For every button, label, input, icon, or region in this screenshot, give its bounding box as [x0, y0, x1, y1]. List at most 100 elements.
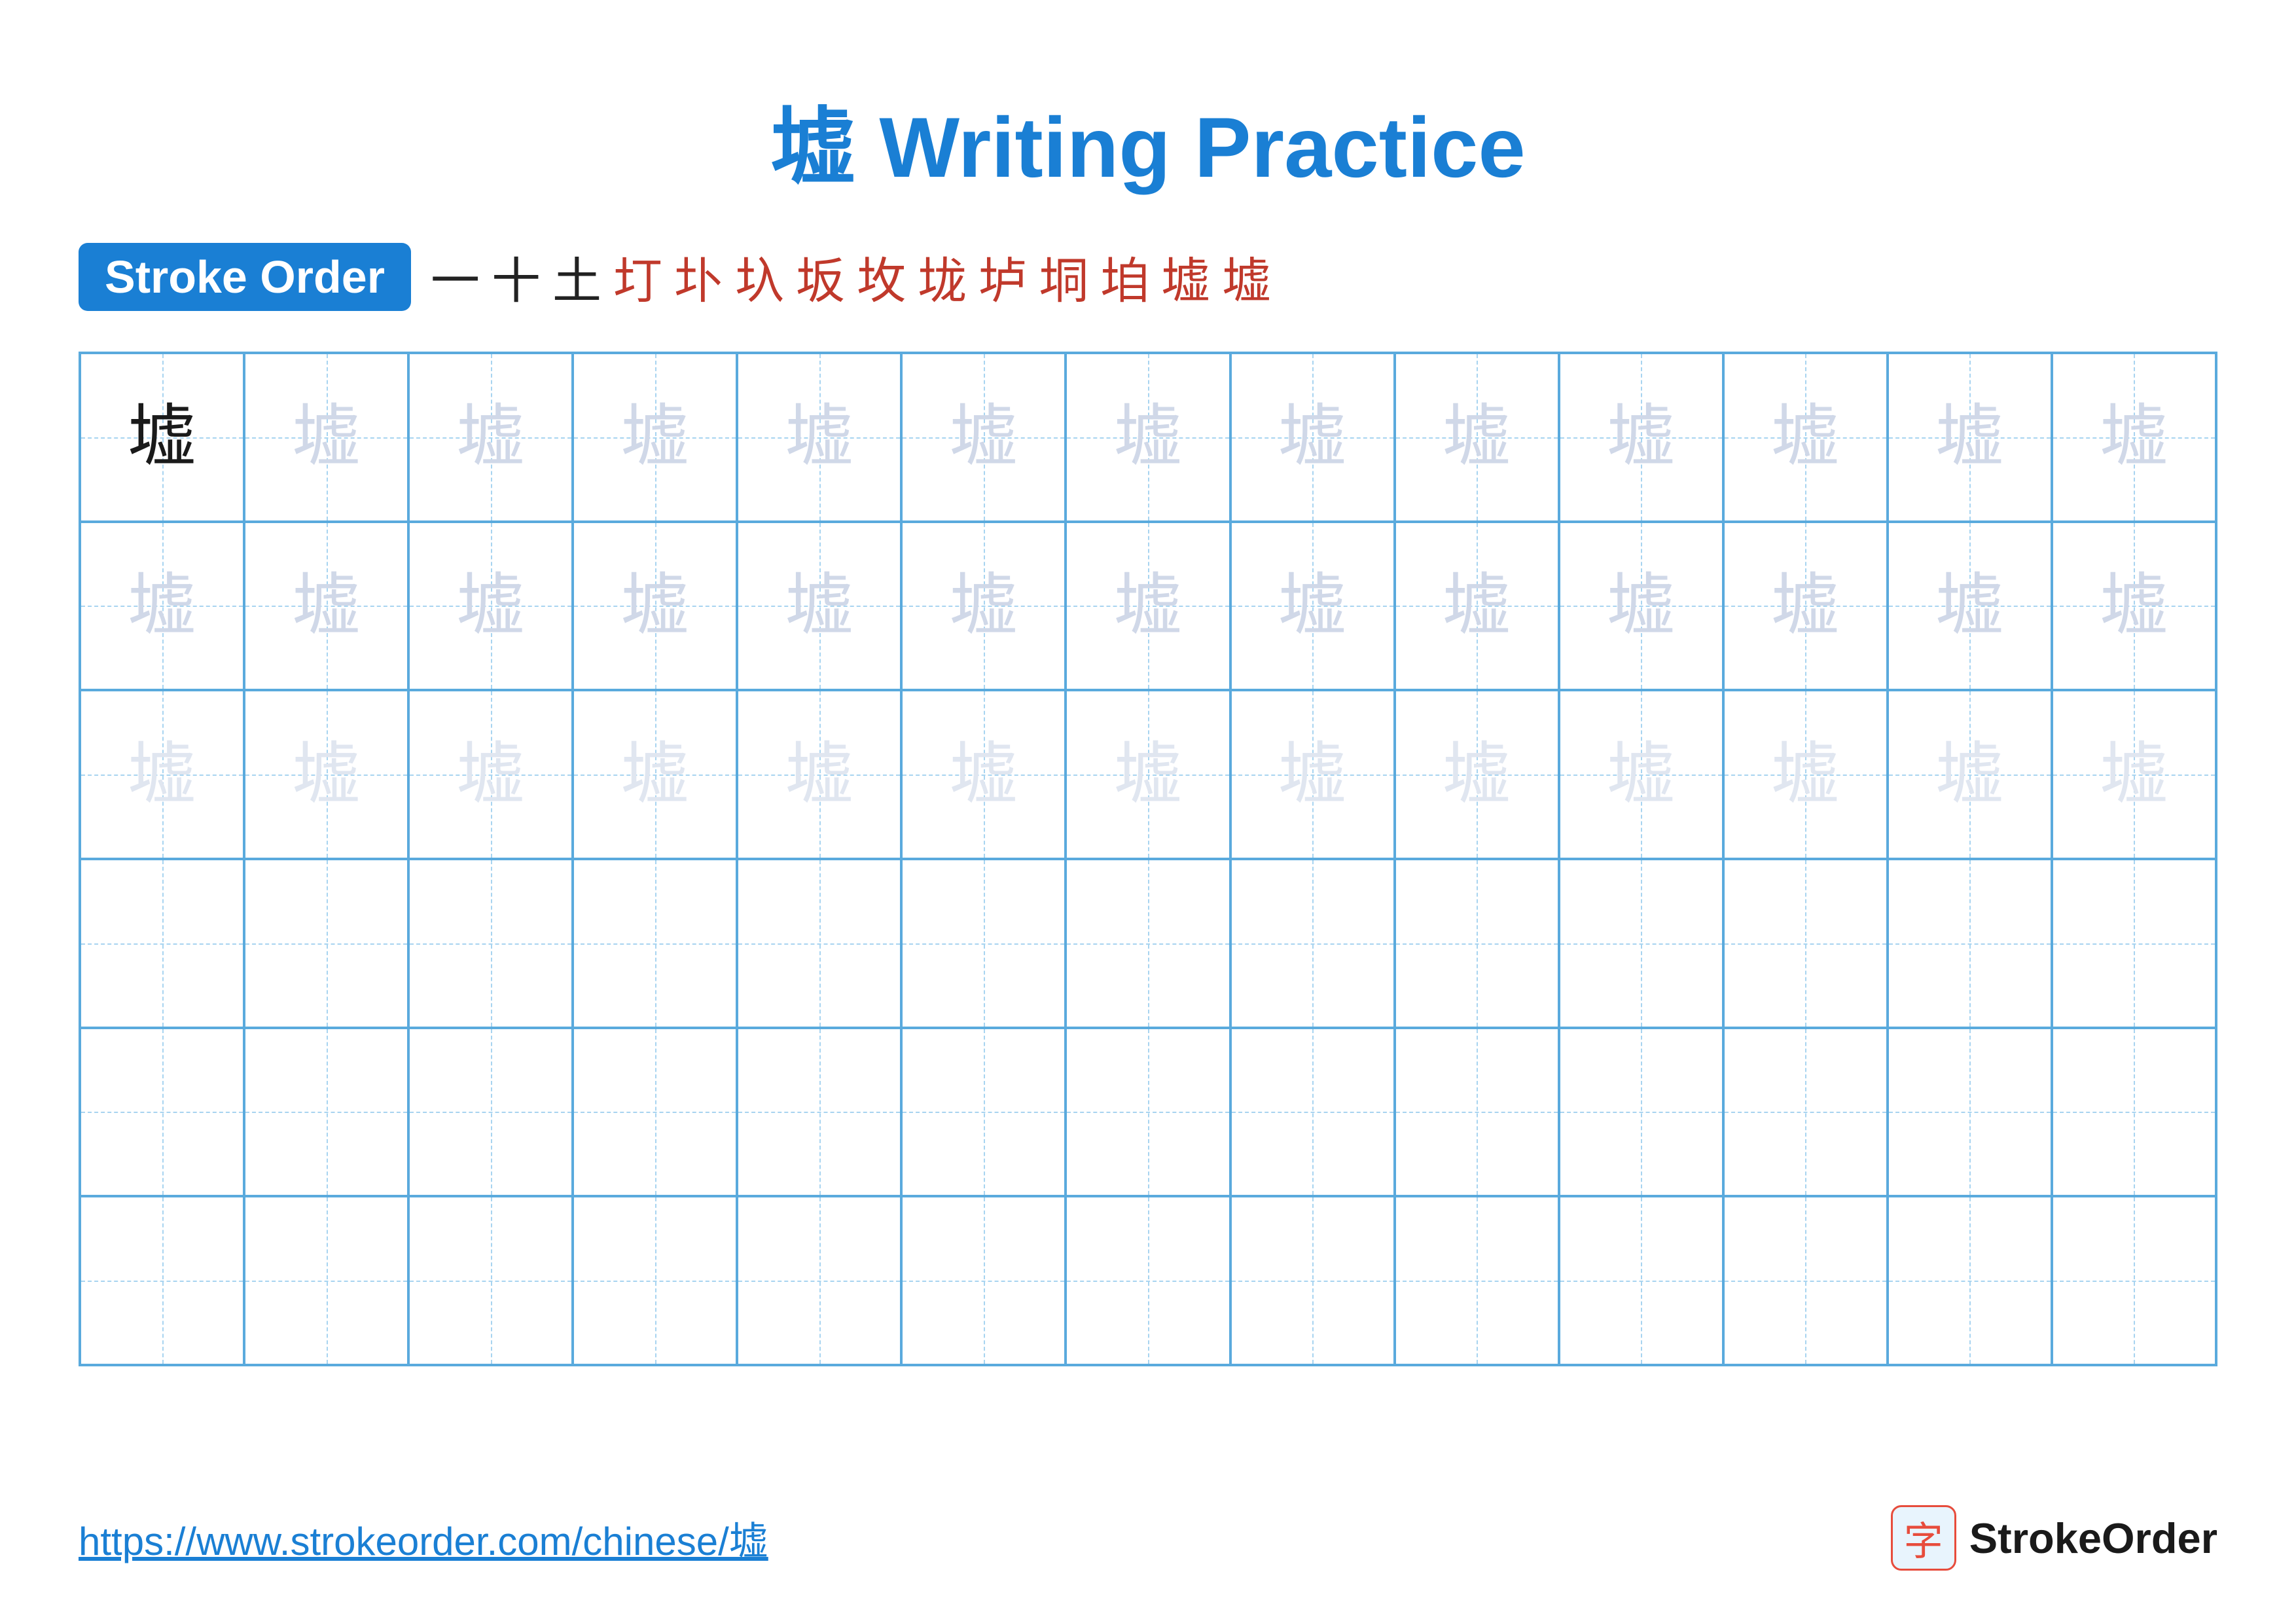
char-light: 墟 — [1113, 403, 1182, 471]
char-light: 墟 — [1935, 403, 2004, 471]
grid-cell-1-12[interactable]: 墟 — [2052, 522, 2216, 691]
stroke-sequence: 一 十 土 圢 圤 圦 坂 坆 垅 垆 垌 垍 墟 墟 — [431, 241, 1271, 312]
char-light: 墟 — [1607, 572, 1676, 640]
grid-cell-3-1[interactable] — [244, 859, 408, 1028]
grid-cell-3-6[interactable] — [1066, 859, 1230, 1028]
brand-name: StrokeOrder — [1969, 1514, 2217, 1563]
grid-cell-2-7[interactable]: 墟 — [1230, 690, 1395, 859]
grid-cell-0-11[interactable]: 墟 — [1888, 353, 2052, 522]
grid-cell-0-7[interactable]: 墟 — [1230, 353, 1395, 522]
char-light: 墟 — [1278, 572, 1347, 640]
grid-cell-1-0[interactable]: 墟 — [80, 522, 244, 691]
grid-cell-3-2[interactable] — [408, 859, 573, 1028]
grid-cell-1-4[interactable]: 墟 — [737, 522, 901, 691]
grid-cell-2-9[interactable]: 墟 — [1559, 690, 1723, 859]
char-light: 墟 — [292, 403, 361, 471]
grid-cell-3-9[interactable] — [1559, 859, 1723, 1028]
stroke-5: 圤 — [674, 241, 723, 312]
grid-cell-4-12[interactable] — [2052, 1028, 2216, 1197]
grid-cell-1-6[interactable]: 墟 — [1066, 522, 1230, 691]
char-very-light: 墟 — [1935, 740, 2004, 809]
grid-cell-2-11[interactable]: 墟 — [1888, 690, 2052, 859]
grid-cell-4-10[interactable] — [1723, 1028, 1888, 1197]
grid-cell-3-11[interactable] — [1888, 859, 2052, 1028]
grid-cell-2-2[interactable]: 墟 — [408, 690, 573, 859]
grid-cell-4-7[interactable] — [1230, 1028, 1395, 1197]
grid-cell-1-5[interactable]: 墟 — [901, 522, 1066, 691]
grid-cell-1-9[interactable]: 墟 — [1559, 522, 1723, 691]
grid-cell-3-3[interactable] — [573, 859, 737, 1028]
char-light: 墟 — [620, 572, 689, 640]
grid-cell-1-8[interactable]: 墟 — [1395, 522, 1559, 691]
grid-cell-5-12[interactable] — [2052, 1196, 2216, 1365]
grid-cell-5-8[interactable] — [1395, 1196, 1559, 1365]
grid-cell-0-0[interactable]: 墟 — [80, 353, 244, 522]
grid-cell-0-12[interactable]: 墟 — [2052, 353, 2216, 522]
grid-cell-5-4[interactable] — [737, 1196, 901, 1365]
grid-cell-1-11[interactable]: 墟 — [1888, 522, 2052, 691]
grid-cell-3-7[interactable] — [1230, 859, 1395, 1028]
char-light: 墟 — [949, 572, 1018, 640]
char-light: 墟 — [1443, 572, 1511, 640]
grid-cell-2-4[interactable]: 墟 — [737, 690, 901, 859]
grid-cell-5-1[interactable] — [244, 1196, 408, 1365]
grid-cell-0-9[interactable]: 墟 — [1559, 353, 1723, 522]
grid-cell-2-0[interactable]: 墟 — [80, 690, 244, 859]
grid-cell-4-4[interactable] — [737, 1028, 901, 1197]
grid-cell-4-0[interactable] — [80, 1028, 244, 1197]
stroke-order-row: Stroke Order 一 十 土 圢 圤 圦 坂 坆 垅 垆 垌 垍 墟 墟 — [79, 241, 2217, 312]
stroke-8: 坆 — [857, 241, 906, 312]
grid-cell-3-10[interactable] — [1723, 859, 1888, 1028]
grid-cell-1-1[interactable]: 墟 — [244, 522, 408, 691]
grid-cell-3-0[interactable] — [80, 859, 244, 1028]
grid-cell-5-10[interactable] — [1723, 1196, 1888, 1365]
grid-cell-2-8[interactable]: 墟 — [1395, 690, 1559, 859]
grid-cell-0-1[interactable]: 墟 — [244, 353, 408, 522]
grid-cell-1-2[interactable]: 墟 — [408, 522, 573, 691]
grid-cell-5-3[interactable] — [573, 1196, 737, 1365]
char-light: 墟 — [785, 572, 853, 640]
grid-cell-1-7[interactable]: 墟 — [1230, 522, 1395, 691]
grid-cell-0-8[interactable]: 墟 — [1395, 353, 1559, 522]
stroke-11: 垌 — [1039, 241, 1088, 312]
grid-cell-4-3[interactable] — [573, 1028, 737, 1197]
grid-cell-1-3[interactable]: 墟 — [573, 522, 737, 691]
grid-cell-5-0[interactable] — [80, 1196, 244, 1365]
char-dark: 墟 — [128, 403, 196, 471]
grid-cell-0-3[interactable]: 墟 — [573, 353, 737, 522]
grid-cell-4-1[interactable] — [244, 1028, 408, 1197]
footer-url[interactable]: https://www.strokeorder.com/chinese/墟 — [79, 1510, 768, 1567]
char-very-light: 墟 — [128, 740, 196, 809]
grid-cell-4-9[interactable] — [1559, 1028, 1723, 1197]
grid-cell-0-6[interactable]: 墟 — [1066, 353, 1230, 522]
grid-cell-2-5[interactable]: 墟 — [901, 690, 1066, 859]
grid-cell-5-2[interactable] — [408, 1196, 573, 1365]
grid-cell-2-6[interactable]: 墟 — [1066, 690, 1230, 859]
grid-cell-1-10[interactable]: 墟 — [1723, 522, 1888, 691]
grid-cell-3-8[interactable] — [1395, 859, 1559, 1028]
grid-cell-4-8[interactable] — [1395, 1028, 1559, 1197]
grid-cell-2-12[interactable]: 墟 — [2052, 690, 2216, 859]
grid-cell-0-2[interactable]: 墟 — [408, 353, 573, 522]
grid-cell-5-7[interactable] — [1230, 1196, 1395, 1365]
grid-cell-2-1[interactable]: 墟 — [244, 690, 408, 859]
grid-cell-4-2[interactable] — [408, 1028, 573, 1197]
grid-cell-3-4[interactable] — [737, 859, 901, 1028]
grid-cell-5-9[interactable] — [1559, 1196, 1723, 1365]
grid-cell-4-11[interactable] — [1888, 1028, 2052, 1197]
grid-cell-5-11[interactable] — [1888, 1196, 2052, 1365]
grid-cell-0-4[interactable]: 墟 — [737, 353, 901, 522]
grid-cell-2-3[interactable]: 墟 — [573, 690, 737, 859]
grid-cell-3-5[interactable] — [901, 859, 1066, 1028]
grid-cell-0-5[interactable]: 墟 — [901, 353, 1066, 522]
grid-cell-2-10[interactable]: 墟 — [1723, 690, 1888, 859]
char-very-light: 墟 — [1607, 740, 1676, 809]
grid-cell-3-12[interactable] — [2052, 859, 2216, 1028]
grid-cell-5-5[interactable] — [901, 1196, 1066, 1365]
grid-cell-4-6[interactable] — [1066, 1028, 1230, 1197]
grid-cell-4-5[interactable] — [901, 1028, 1066, 1197]
char-light: 墟 — [1113, 572, 1182, 640]
footer: https://www.strokeorder.com/chinese/墟 字 … — [79, 1505, 2217, 1571]
grid-cell-5-6[interactable] — [1066, 1196, 1230, 1365]
grid-cell-0-10[interactable]: 墟 — [1723, 353, 1888, 522]
